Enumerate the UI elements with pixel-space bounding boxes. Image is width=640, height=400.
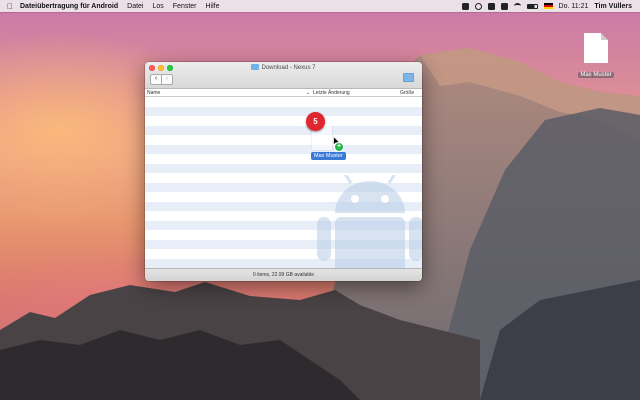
dropbox-icon[interactable] [487,2,495,10]
menu-extras: Do. 11:21 Tim Vüllers [461,2,640,10]
column-size[interactable]: Größe [400,90,414,96]
list-row [145,116,422,126]
window-title-text: Download - Nexus 7 [261,65,316,71]
flag-icon[interactable] [543,3,553,9]
apple-menu-icon[interactable]:  [0,2,20,11]
list-row [145,144,422,154]
menu-hilfe[interactable]: Hilfe [206,3,220,10]
new-folder-icon[interactable] [403,73,414,82]
folder-icon [251,64,260,70]
menu-app-name[interactable]: Dateiübertragung für Android [20,3,118,10]
dragged-file-label: Max Muster [311,152,346,160]
status-bar: 0 items, 22.99 GB available [145,268,422,281]
user-name[interactable]: Tim Vüllers [594,3,632,10]
column-modified[interactable]: Letzte Änderung [313,90,350,96]
document-icon [584,33,608,63]
camera-icon[interactable] [461,2,469,10]
sort-indicator-icon: ⌄ [306,89,311,96]
copy-plus-icon: + [334,142,344,152]
menu-fenster[interactable]: Fenster [173,3,197,10]
column-header: Name ⌄ Letzte Änderung Größe [145,89,422,97]
list-row [145,106,422,116]
box-icon[interactable] [500,2,508,10]
desktop-file[interactable]: Max Muster [578,33,614,81]
list-row [145,125,422,135]
wifi-icon[interactable] [513,3,521,9]
file-transfer-window: Download - Nexus 7 ‹ › Name ⌄ Letzte Änd… [145,62,422,281]
list-row [145,97,422,107]
menu-los[interactable]: Los [152,3,163,10]
list-row [145,154,422,164]
column-name[interactable]: Name [147,90,160,96]
desktop-file-label: Max Muster [578,72,614,78]
clock[interactable]: Do. 11:21 [559,3,589,10]
list-row [145,163,422,173]
navigation-buttons: ‹ › [150,74,173,85]
window-title: Download - Nexus 7 [145,64,422,71]
file-list[interactable] [145,97,422,269]
menu-bar:  Dateiübertragung für Android Datei Los… [0,0,640,12]
android-watermark-icon [317,175,422,269]
list-row [145,135,422,145]
item-count-badge: 5 [306,112,325,131]
title-bar[interactable]: Download - Nexus 7 ‹ › [145,62,422,89]
scan-icon[interactable] [474,2,482,10]
battery-icon[interactable] [526,3,538,9]
back-button[interactable]: ‹ [150,74,162,85]
forward-button[interactable]: › [162,74,173,85]
menu-datei[interactable]: Datei [127,3,143,10]
